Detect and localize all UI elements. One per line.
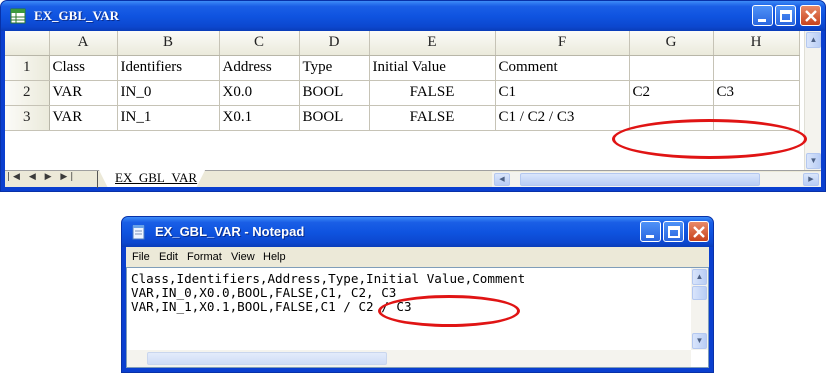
cell[interactable]: FALSE (369, 105, 496, 131)
close-button[interactable] (800, 5, 821, 26)
sheet-nav-arrows[interactable]: |◀ ◀ ▶ ▶| (7, 172, 76, 182)
column-header[interactable]: D (299, 31, 370, 56)
column-header[interactable]: H (713, 31, 800, 56)
cell[interactable]: VAR (49, 80, 118, 106)
column-header[interactable]: E (369, 31, 496, 56)
cell[interactable]: IN_0 (117, 80, 220, 106)
cell[interactable] (629, 105, 714, 131)
column-header[interactable]: G (629, 31, 714, 56)
spreadsheet-titlebar[interactable]: EX_GBL_VAR (1, 1, 825, 31)
scroll-down-icon[interactable]: ▼ (806, 153, 821, 169)
minimize-button[interactable] (640, 221, 661, 242)
scroll-left-icon[interactable]: ◀ (494, 173, 510, 186)
menu-format[interactable]: Format (187, 251, 222, 263)
cell[interactable]: Initial Value (369, 55, 496, 81)
notepad-window: EX_GBL_VAR - Notepad File Edit Format Vi… (121, 216, 714, 373)
cell[interactable]: Class (49, 55, 118, 81)
cell[interactable]: BOOL (299, 105, 370, 131)
spreadsheet-icon (10, 8, 26, 24)
cell[interactable]: VAR (49, 105, 118, 131)
spreadsheet-window: EX_GBL_VAR A B C D E F G H 1 Class Ident… (0, 0, 826, 192)
cell[interactable]: Type (299, 55, 370, 81)
notepad-titlebar[interactable]: EX_GBL_VAR - Notepad (122, 217, 713, 247)
horizontal-scrollbar[interactable] (127, 350, 691, 367)
close-icon (805, 10, 817, 22)
scroll-down-icon[interactable]: ▼ (692, 333, 707, 349)
horizontal-scrollbar[interactable]: ◀ ▶ (492, 172, 821, 187)
select-all-corner[interactable] (5, 31, 50, 56)
cell[interactable]: C1 (495, 80, 630, 106)
editor-content[interactable]: Class,Identifiers,Address,Type,Initial V… (131, 272, 525, 314)
maximize-button[interactable] (775, 5, 796, 26)
spreadsheet-title: EX_GBL_VAR (34, 8, 120, 23)
scroll-right-icon[interactable]: ▶ (803, 173, 819, 186)
vertical-scrollbar[interactable]: ▲ ▼ (691, 268, 708, 350)
scroll-thumb[interactable] (692, 286, 707, 300)
notepad-body: File Edit Format View Help Class,Identif… (126, 247, 709, 368)
cell[interactable]: Comment (495, 55, 630, 81)
menu-view[interactable]: View (231, 251, 255, 263)
cell[interactable]: X0.1 (219, 105, 300, 131)
row-header[interactable]: 3 (5, 105, 50, 131)
cell[interactable] (713, 55, 800, 81)
row-header[interactable]: 2 (5, 80, 50, 106)
menu-file[interactable]: File (132, 251, 150, 263)
sheet-tab-bar: |◀ ◀ ▶ ▶| EX_GBL_VAR ◀ ▶ (5, 170, 821, 188)
menu-help[interactable]: Help (263, 251, 286, 263)
cell[interactable]: FALSE (369, 80, 496, 106)
close-icon (693, 226, 705, 238)
text-line: Class,Identifiers,Address,Type,Initial V… (131, 271, 526, 286)
maximize-button[interactable] (663, 221, 684, 242)
cell[interactable]: BOOL (299, 80, 370, 106)
minimize-button[interactable] (752, 5, 773, 26)
cell[interactable]: C2 (629, 80, 714, 106)
table-row: 1 Class Identifiers Address Type Initial… (5, 55, 800, 81)
scroll-up-icon[interactable]: ▲ (692, 269, 707, 285)
menu-edit[interactable]: Edit (159, 251, 178, 263)
table-row: 3 VAR IN_1 X0.1 BOOL FALSE C1 / C2 / C3 (5, 105, 800, 131)
minimize-icon (758, 19, 766, 22)
row-header[interactable]: 1 (5, 55, 50, 81)
vertical-scrollbar[interactable]: ▲ ▼ (804, 31, 821, 170)
close-button[interactable] (688, 221, 709, 242)
cell[interactable]: Address (219, 55, 300, 81)
cell[interactable] (629, 55, 714, 81)
notepad-icon (132, 225, 145, 240)
cell[interactable]: X0.0 (219, 80, 300, 106)
minimize-icon (646, 235, 654, 238)
spreadsheet-area: A B C D E F G H 1 Class Identifiers Addr… (5, 31, 821, 188)
sheet-tab[interactable]: EX_GBL_VAR (99, 170, 206, 187)
scroll-thumb[interactable] (520, 173, 760, 186)
cell[interactable]: C1 / C2 / C3 (495, 105, 630, 131)
notepad-title: EX_GBL_VAR - Notepad (155, 224, 305, 239)
cell[interactable] (713, 105, 800, 131)
scroll-thumb[interactable] (147, 352, 387, 365)
maximize-icon (668, 226, 680, 238)
column-header[interactable]: C (219, 31, 300, 56)
table-row: 2 VAR IN_0 X0.0 BOOL FALSE C1 C2 C3 (5, 80, 800, 106)
text-line: VAR,IN_0,X0.0,BOOL,FALSE,C1, C2, C3 (131, 285, 397, 300)
text-editor[interactable]: Class,Identifiers,Address,Type,Initial V… (126, 267, 709, 368)
maximize-icon (780, 10, 792, 22)
column-header[interactable]: A (49, 31, 118, 56)
spreadsheet-grid: A B C D E F G H 1 Class Identifiers Addr… (5, 31, 800, 131)
cell[interactable]: IN_1 (117, 105, 220, 131)
column-header[interactable]: F (495, 31, 630, 56)
menu-bar: File Edit Format View Help (126, 247, 709, 267)
scroll-up-icon[interactable]: ▲ (806, 32, 821, 48)
cell[interactable]: Identifiers (117, 55, 220, 81)
text-line: VAR,IN_1,X0.1,BOOL,FALSE,C1 / C2 / C3 (131, 299, 412, 314)
column-header[interactable]: B (117, 31, 220, 56)
cell[interactable]: C3 (713, 80, 800, 106)
